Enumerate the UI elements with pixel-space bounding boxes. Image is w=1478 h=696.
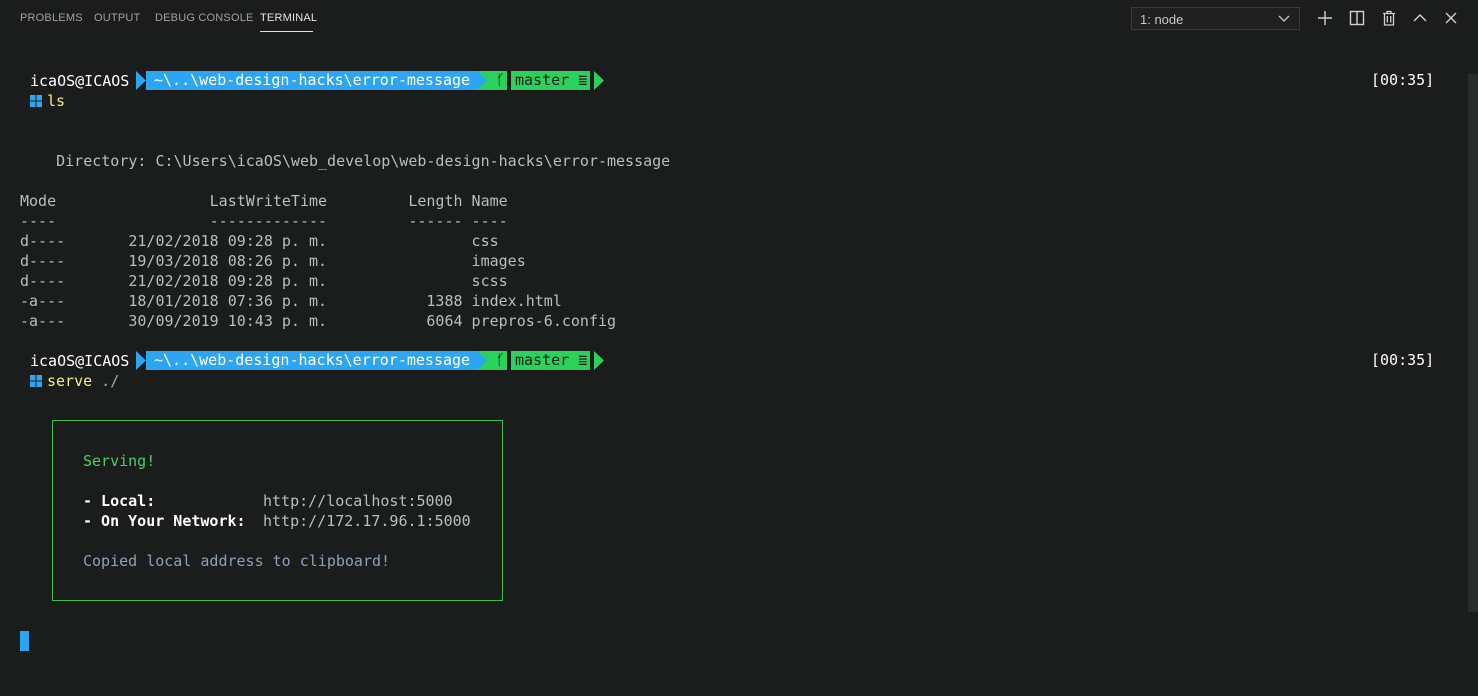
prompt-time: [00:35] <box>1371 351 1435 369</box>
table-row: d---- 21/02/2018 09:28 p. m. scss <box>20 272 508 290</box>
table-row: d---- 21/02/2018 09:28 p. m. css <box>20 232 499 250</box>
command-text: serve <box>47 372 93 390</box>
prompt-branch: master ≣ <box>511 351 591 370</box>
local-label: - Local: <box>83 492 156 510</box>
prompt-end-chevron-icon <box>594 351 604 370</box>
chevron-down-icon <box>1278 15 1290 22</box>
command-args: ./ <box>92 372 120 390</box>
prompt-user: icaOS@ICAOS <box>30 352 130 370</box>
serve-status: Serving! <box>83 452 156 470</box>
trash-icon[interactable] <box>1380 9 1398 27</box>
terminal-select-value: 1: node <box>1140 12 1184 27</box>
prompt-end-chevron-icon <box>594 71 604 90</box>
prompt-branch: master ≣ <box>511 71 591 90</box>
chevron-up-icon[interactable] <box>1411 9 1429 27</box>
terminal-scrollbar[interactable] <box>1468 74 1478 612</box>
network-label: - On Your Network: <box>83 512 246 530</box>
tab-terminal[interactable]: TERMINAL <box>260 12 317 24</box>
close-icon[interactable] <box>1442 9 1460 27</box>
prompt-chevron-icon <box>136 351 146 370</box>
prompt-path: ~\..\web-design-hacks\error-message <box>146 351 479 370</box>
prompt-branch-icon: ᚶ <box>496 351 508 370</box>
prompt-branch-icon: ᚶ <box>496 71 508 90</box>
split-icon[interactable] <box>1348 9 1366 27</box>
table-row: -a--- 30/09/2019 10:43 p. m. 6064 prepro… <box>20 312 617 330</box>
prompt-time: [00:35] <box>1371 71 1435 89</box>
panel-tab-bar: PROBLEMS OUTPUT DEBUG CONSOLE TERMINAL 1… <box>0 0 1478 35</box>
windows-icon <box>30 375 42 387</box>
tab-output[interactable]: OUTPUT <box>94 12 140 24</box>
table-header: Mode LastWriteTime Length Name <box>20 192 508 210</box>
command-line: serve ./ <box>47 371 119 391</box>
windows-icon <box>30 95 42 107</box>
terminal-cursor <box>20 631 29 651</box>
table-row: d---- 19/03/2018 08:26 p. m. images <box>20 252 526 270</box>
prompt-user: icaOS@ICAOS <box>30 72 130 90</box>
network-url[interactable]: http://172.17.96.1:5000 <box>263 511 471 531</box>
local-url[interactable]: http://localhost:5000 <box>263 491 453 511</box>
directory-line: Directory: C:\Users\icaOS\web_develop\we… <box>20 152 671 170</box>
clipboard-note: Copied local address to clipboard! <box>83 552 391 570</box>
plus-icon[interactable] <box>1316 9 1334 27</box>
prompt-chevron-icon <box>136 71 146 90</box>
tab-debug-console[interactable]: DEBUG CONSOLE <box>155 12 254 24</box>
tab-problems[interactable]: PROBLEMS <box>20 12 83 24</box>
table-separator: ---- ------------- ------ ---- <box>20 212 508 230</box>
command-text: ls <box>47 92 66 110</box>
table-row: -a--- 18/01/2018 07:36 p. m. 1388 index.… <box>20 292 562 310</box>
active-tab-indicator <box>260 31 313 32</box>
terminal-select[interactable]: 1: node <box>1131 7 1300 30</box>
prompt-path: ~\..\web-design-hacks\error-message <box>146 71 479 90</box>
